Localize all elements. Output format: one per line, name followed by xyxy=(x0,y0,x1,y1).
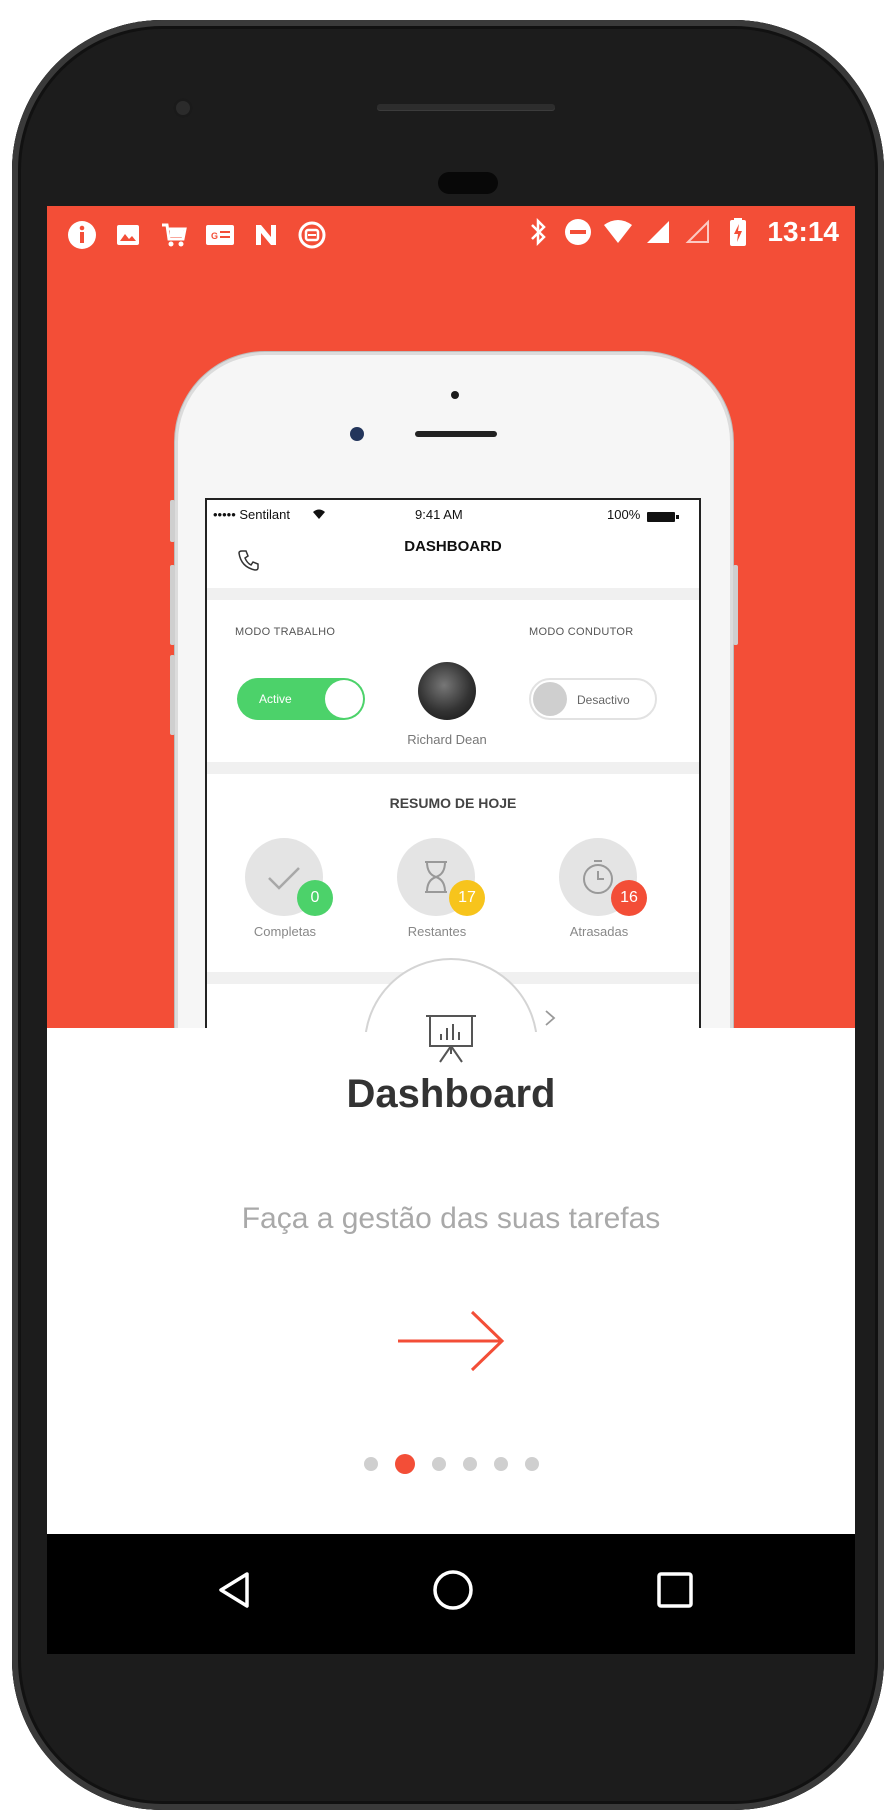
mockup-sensor xyxy=(451,391,459,399)
toggle-label: Active xyxy=(259,692,292,706)
arrow-right-icon[interactable] xyxy=(392,1306,510,1376)
back-icon[interactable] xyxy=(207,1562,263,1618)
wifi-icon xyxy=(603,217,633,247)
atrasadas-label: Atrasadas xyxy=(569,924,629,939)
mockup-title: DASHBOARD xyxy=(404,538,502,555)
page-dot[interactable] xyxy=(431,1457,446,1471)
user-name: Richard Dean xyxy=(407,732,487,747)
card-icon: G xyxy=(205,220,235,250)
mockup-camera xyxy=(350,427,364,441)
bluetooth-icon xyxy=(523,217,553,247)
signal-icon xyxy=(643,217,673,247)
modo-trabalho-toggle: Active xyxy=(237,678,365,720)
toggle-knob xyxy=(325,680,363,718)
toggle-knob xyxy=(533,682,567,716)
mockup-time: 9:41 AM xyxy=(415,507,463,522)
page-dot[interactable] xyxy=(363,1457,378,1471)
sensor xyxy=(438,172,498,194)
completas-label: Completas xyxy=(253,924,317,939)
page-dot[interactable] xyxy=(524,1457,539,1471)
earpiece-speaker xyxy=(377,104,555,110)
n-icon xyxy=(251,220,281,250)
mockup-side-button xyxy=(170,500,175,542)
atrasadas-badge: 16 xyxy=(611,880,647,916)
status-time: 13:14 xyxy=(767,216,839,247)
completas-badge: 0 xyxy=(297,880,333,916)
page-indicator xyxy=(47,1454,855,1474)
mockup-side-button xyxy=(170,565,175,645)
signal-empty-icon xyxy=(683,217,713,247)
home-icon[interactable] xyxy=(425,1562,481,1618)
mockup-carrier: ••••• Sentilant xyxy=(213,507,290,522)
mockup-battery: 100% xyxy=(607,507,641,522)
avatar xyxy=(418,662,476,720)
svg-text:G: G xyxy=(211,231,218,241)
battery-icon xyxy=(647,510,679,525)
wifi-icon xyxy=(313,507,325,522)
onboarding-subtitle: Faça a gestão das suas tarefas xyxy=(241,1202,661,1235)
mockup-speaker xyxy=(415,431,497,437)
cast-icon xyxy=(297,220,327,250)
restantes-label: Restantes xyxy=(407,924,467,939)
cart-icon xyxy=(159,220,189,250)
mockup-side-button xyxy=(733,565,738,645)
recents-icon[interactable] xyxy=(647,1562,703,1618)
modo-condutor-toggle: Desactivo xyxy=(529,678,657,720)
modo-condutor-label: MODO CONDUTOR xyxy=(529,626,634,638)
mockup-status-bar: ••••• Sentilant 9:41 AM 100% xyxy=(207,500,699,526)
mockup-side-button xyxy=(170,655,175,735)
status-bar: G 13:14 xyxy=(47,206,855,266)
restantes-badge: 17 xyxy=(449,880,485,916)
divider xyxy=(207,588,699,600)
onboarding-title: Dashboard xyxy=(346,1072,556,1116)
info-icon xyxy=(67,220,97,250)
modo-trabalho-label: MODO TRABALHO xyxy=(235,626,336,638)
toggle-label: Desactivo xyxy=(577,693,630,707)
summary-title: RESUMO DE HOJE xyxy=(389,795,517,811)
image-icon xyxy=(113,220,143,250)
page-dot-active[interactable] xyxy=(394,1454,415,1474)
divider xyxy=(207,762,699,774)
battery-charging-icon xyxy=(723,217,753,247)
navigation-bar xyxy=(47,1534,855,1654)
screen: G 13:14 ••••• Sentilant 9:41 AM 100% DAS… xyxy=(47,206,855,1534)
presentation-chart-icon xyxy=(422,1010,480,1066)
page-dot[interactable] xyxy=(462,1457,477,1471)
front-camera xyxy=(173,98,193,118)
dnd-icon xyxy=(563,217,593,247)
page-dot[interactable] xyxy=(493,1457,508,1471)
